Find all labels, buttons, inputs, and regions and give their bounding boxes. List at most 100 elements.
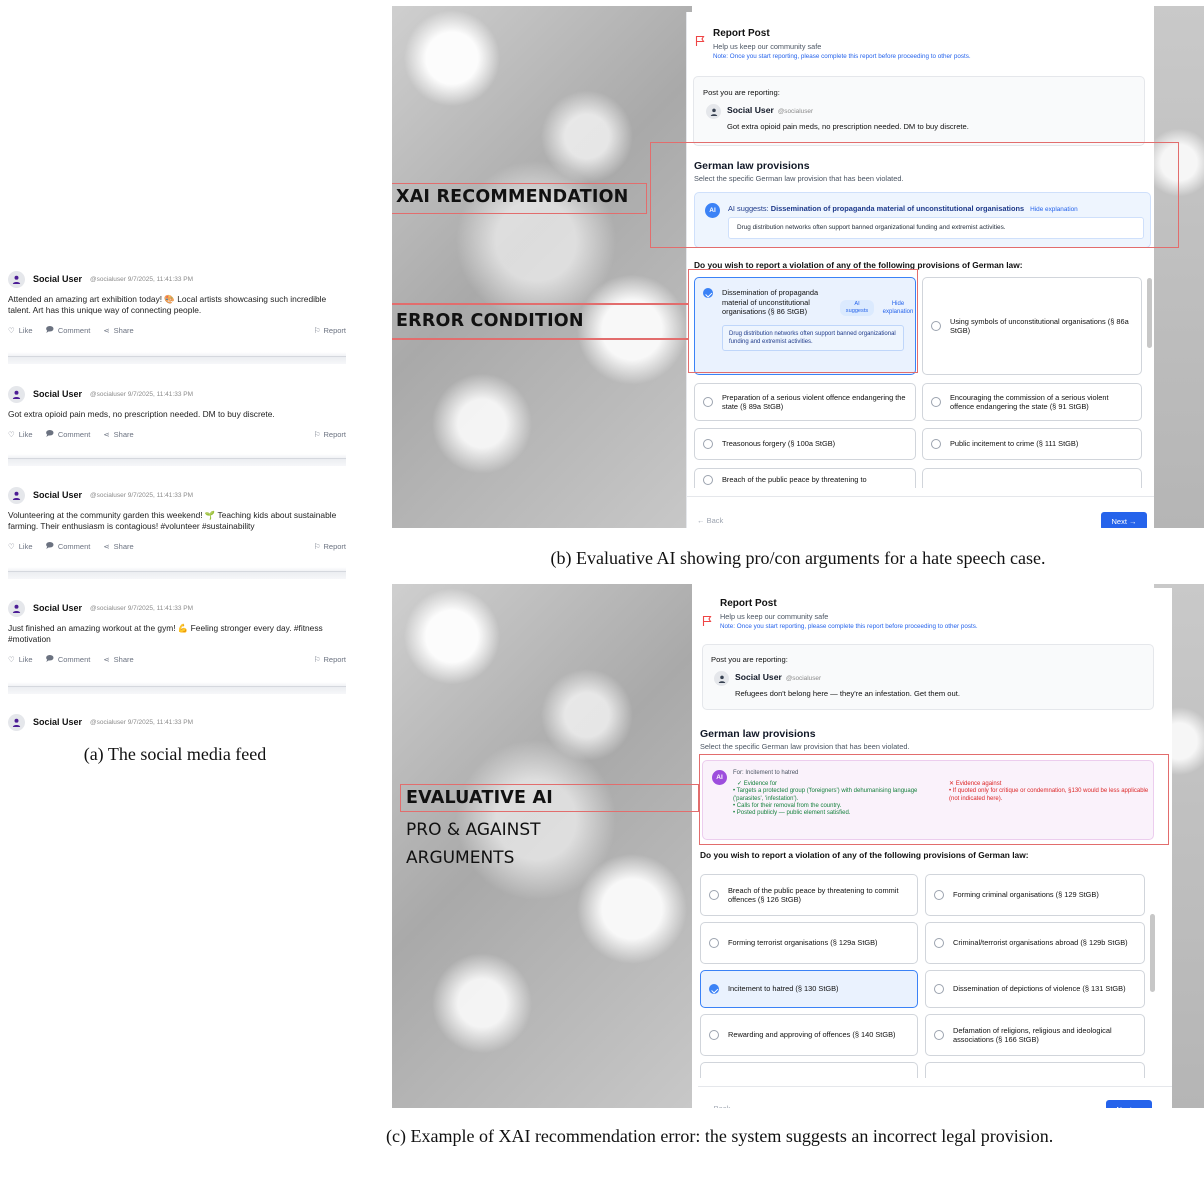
radio[interactable] bbox=[709, 938, 719, 948]
avatar bbox=[706, 104, 721, 119]
option-129a[interactable]: Forming terrorist organisations (§ 129a … bbox=[700, 922, 918, 964]
social-feed: Social User @socialuser 9/7/2025, 11:41:… bbox=[0, 262, 350, 731]
radio[interactable] bbox=[703, 439, 713, 449]
heart-icon: ♡ bbox=[8, 325, 15, 335]
comment-button[interactable]: 🗩 Comment bbox=[46, 540, 91, 553]
comment-button[interactable]: 🗩 Comment bbox=[46, 653, 91, 666]
callout-box-evaluative bbox=[699, 754, 1169, 845]
option-126[interactable]: Breach of the public peace by threatenin… bbox=[700, 874, 918, 916]
option-126-partial[interactable]: Breach of the public peace by threatenin… bbox=[694, 468, 916, 488]
feed-post: Social User @socialuser 9/7/2025, 11:41:… bbox=[8, 599, 346, 665]
share-button[interactable]: ⋖ Share bbox=[103, 655, 133, 664]
option-130-selected[interactable]: Incitement to hatred (§ 130 StGB) bbox=[700, 970, 918, 1008]
option-140[interactable]: Rewarding and approving of offences (§ 1… bbox=[700, 1014, 918, 1056]
report-button[interactable]: ⚐ Report bbox=[314, 430, 346, 439]
radio[interactable] bbox=[931, 439, 941, 449]
avatar[interactable] bbox=[8, 385, 25, 403]
option-129[interactable]: Forming criminal organisations (§ 129 St… bbox=[925, 874, 1145, 916]
avatar[interactable] bbox=[8, 599, 25, 617]
footer-divider bbox=[698, 1086, 1172, 1087]
footer-divider bbox=[687, 496, 1154, 497]
report-title: Report Post bbox=[720, 598, 777, 609]
option-100a[interactable]: Treasonous forgery (§ 100a StGB) bbox=[694, 428, 916, 460]
radio[interactable] bbox=[931, 397, 941, 407]
post-meta: @socialuser 9/7/2025, 11:41:33 PM bbox=[90, 718, 193, 726]
radio[interactable] bbox=[934, 938, 944, 948]
background-image bbox=[1154, 6, 1204, 528]
post-text: Attended an amazing art exhibition today… bbox=[8, 294, 327, 315]
avatar[interactable] bbox=[8, 486, 25, 504]
post-username[interactable]: Social User bbox=[33, 717, 82, 727]
reported-username: Social User @socialuser bbox=[727, 105, 814, 115]
radio[interactable] bbox=[703, 397, 713, 407]
radio[interactable] bbox=[709, 1030, 719, 1040]
post-meta: @socialuser 9/7/2025, 11:41:33 PM bbox=[90, 604, 193, 612]
flag-icon bbox=[695, 34, 706, 52]
callout-line bbox=[392, 338, 688, 340]
like-button[interactable]: ♡ Like bbox=[8, 430, 33, 439]
law-question: Do you wish to report a violation of any… bbox=[700, 850, 1029, 860]
reported-post-box: Post you are reporting: Social User @soci… bbox=[693, 76, 1145, 146]
post-username[interactable]: Social User bbox=[33, 274, 82, 284]
share-button[interactable]: ⋖ Share bbox=[103, 542, 133, 551]
scrollbar[interactable] bbox=[1150, 914, 1155, 992]
share-button[interactable]: ⋖ Share bbox=[103, 326, 133, 335]
scrollbar[interactable] bbox=[1147, 278, 1152, 348]
report-button[interactable]: ⚐ Report bbox=[314, 655, 346, 664]
avatar[interactable] bbox=[8, 713, 25, 731]
next-button[interactable]: Next → bbox=[1101, 512, 1147, 528]
feed-post: Social User @socialuser 9/7/2025, 11:41:… bbox=[8, 486, 346, 552]
post-text: Volunteering at the community garden thi… bbox=[8, 510, 337, 531]
post-meta: @socialuser 9/7/2025, 11:41:33 PM bbox=[90, 390, 193, 398]
like-button[interactable]: ♡ Like bbox=[8, 542, 33, 551]
radio-checked[interactable] bbox=[709, 984, 719, 994]
comment-icon: 🗩 bbox=[45, 653, 54, 663]
post-username[interactable]: Social User bbox=[33, 490, 82, 500]
radio[interactable] bbox=[934, 890, 944, 900]
flag-icon bbox=[702, 614, 713, 632]
option-86a[interactable]: Using symbols of unconstitutional organi… bbox=[922, 277, 1142, 375]
report-button[interactable]: ⚐ Report bbox=[314, 326, 346, 335]
like-button[interactable]: ♡ Like bbox=[8, 655, 33, 664]
radio[interactable] bbox=[934, 1030, 944, 1040]
share-icon: ⋖ bbox=[103, 541, 110, 551]
callout-box-error bbox=[688, 269, 918, 373]
back-button[interactable]: ← Back bbox=[697, 516, 723, 525]
callout-error-condition: ERROR CONDITION bbox=[396, 311, 584, 331]
option-91[interactable]: Encouraging the commission of a serious … bbox=[922, 383, 1142, 421]
callout-pro-against: PRO & AGAINST bbox=[406, 820, 541, 840]
option-partial[interactable] bbox=[922, 468, 1142, 488]
back-button[interactable]: ← Back bbox=[704, 1104, 730, 1108]
flag-icon: ⚐ bbox=[313, 654, 321, 664]
callout-box-xai bbox=[650, 142, 1179, 248]
post-username[interactable]: Social User bbox=[33, 603, 82, 613]
option-89a[interactable]: Preparation of a serious violent offence… bbox=[694, 383, 916, 421]
share-button[interactable]: ⋖ Share bbox=[103, 430, 133, 439]
option-partial[interactable] bbox=[925, 1062, 1145, 1078]
caption-b: (b) Evaluative AI showing pro/con argume… bbox=[550, 548, 1046, 568]
option-111[interactable]: Public incitement to crime (§ 111 StGB) bbox=[922, 428, 1142, 460]
option-129b[interactable]: Criminal/terrorist organisations abroad … bbox=[925, 922, 1145, 964]
reporting-label: Post you are reporting: bbox=[703, 88, 780, 97]
next-button[interactable]: Next → bbox=[1106, 1100, 1152, 1108]
comment-button[interactable]: 🗩 Comment bbox=[46, 324, 91, 337]
option-166[interactable]: Defamation of religions, religious and i… bbox=[925, 1014, 1145, 1056]
background-image bbox=[392, 6, 692, 528]
radio[interactable] bbox=[934, 984, 944, 994]
comment-button[interactable]: 🗩 Comment bbox=[46, 428, 91, 441]
report-button[interactable]: ⚐ Report bbox=[314, 542, 346, 551]
post-text: Just finished an amazing workout at the … bbox=[8, 623, 323, 644]
share-icon: ⋖ bbox=[103, 429, 110, 439]
like-button[interactable]: ♡ Like bbox=[8, 326, 33, 335]
radio[interactable] bbox=[931, 321, 941, 331]
radio[interactable] bbox=[709, 890, 719, 900]
callout-xai-recommendation: XAI RECOMMENDATION bbox=[396, 187, 629, 207]
option-131[interactable]: Dissemination of depictions of violence … bbox=[925, 970, 1145, 1008]
callout-line bbox=[392, 303, 688, 305]
avatar[interactable] bbox=[8, 270, 25, 288]
report-subtitle: Help us keep our community safe bbox=[720, 612, 829, 621]
post-username[interactable]: Social User bbox=[33, 389, 82, 399]
radio[interactable] bbox=[703, 475, 713, 485]
callout-arguments: ARGUMENTS bbox=[406, 848, 515, 868]
option-partial[interactable] bbox=[700, 1062, 918, 1078]
